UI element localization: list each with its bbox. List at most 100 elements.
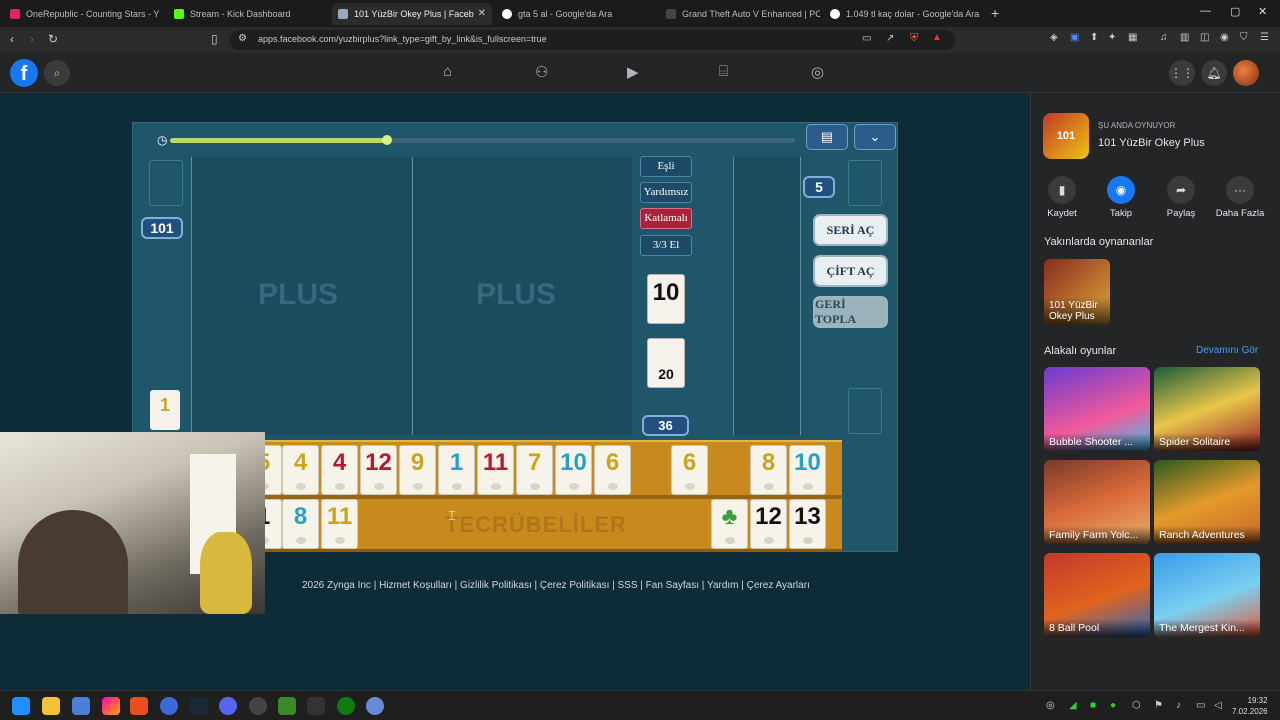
site-info-icon[interactable]: ⚙ <box>238 33 247 44</box>
minimize-icon[interactable]: — <box>1200 5 1211 17</box>
shield-icon[interactable]: ⛉ <box>1240 32 1248 43</box>
new-tab-icon[interactable]: + <box>991 5 999 21</box>
back-icon[interactable]: ‹ <box>10 32 14 46</box>
tab-google-dolar[interactable]: 1.049 tl kaç dolar - Google'da Ara <box>824 3 984 25</box>
game-footer-links[interactable]: 2026 Zynga Inc | Hizmet Koşulları | Gizl… <box>302 580 810 591</box>
tray-icon[interactable]: ⬡ <box>1132 700 1141 711</box>
extension-icon[interactable]: ◈ <box>1050 32 1058 43</box>
screenshot-icon[interactable]: ▦ <box>1128 32 1137 43</box>
menu-icon[interactable]: ☰ <box>1260 32 1269 43</box>
geri-topla-button[interactable]: GERİ TOPLA <box>813 296 888 328</box>
close-window-icon[interactable]: ✕ <box>1258 5 1267 18</box>
restore-icon[interactable]: ▢ <box>1230 5 1240 18</box>
tray-icon[interactable]: ◢ <box>1069 700 1077 711</box>
puzzle-icon[interactable]: ✦ <box>1108 32 1116 43</box>
forward-icon[interactable]: › <box>30 32 34 46</box>
url-field[interactable]: ⚙ apps.facebook.com/yuzbirplus?link_type… <box>230 30 955 50</box>
windows-start-icon[interactable] <box>12 697 30 715</box>
apps-menu-icon[interactable]: ⋮⋮ <box>1169 60 1195 86</box>
game-icon[interactable]: 101 <box>1043 113 1089 159</box>
brave-browser-icon[interactable] <box>130 697 148 715</box>
wallet-icon[interactable]: ◫ <box>1200 32 1209 43</box>
volume-icon[interactable]: ◁ <box>1214 700 1222 711</box>
minecraft-icon[interactable] <box>278 697 296 715</box>
notifications-icon[interactable]: 🔔︎ <box>1201 60 1227 86</box>
facebook-logo-icon[interactable]: f <box>10 59 38 87</box>
vpn-icon[interactable]: ◉ <box>1220 32 1229 43</box>
follow-button[interactable]: ◉ Takip <box>1093 176 1149 219</box>
tray-icon[interactable]: ⚑ <box>1154 700 1163 711</box>
marketplace-icon[interactable]: ⌸ <box>719 63 728 80</box>
bookmark-icon[interactable]: ▯ <box>211 32 218 46</box>
cast-icon[interactable]: ▭ <box>862 33 871 44</box>
app-icon[interactable] <box>249 697 267 715</box>
rack-tile[interactable]: 4 <box>321 445 358 495</box>
save-button[interactable]: ▮ Kaydet <box>1034 176 1090 219</box>
steam-icon[interactable] <box>190 697 208 715</box>
rack-tile[interactable]: 9 <box>399 445 436 495</box>
search-icon[interactable]: ⌕ <box>44 60 70 86</box>
rack-tile[interactable]: 12 <box>750 499 787 549</box>
app-icon[interactable] <box>102 697 120 715</box>
brave-shield-icon[interactable]: ⛨ <box>910 32 918 45</box>
related-game-card[interactable]: 8 Ball Pool <box>1044 553 1150 637</box>
discord-icon[interactable] <box>219 697 237 715</box>
share-icon[interactable]: ↗ <box>886 33 894 44</box>
rack-tile[interactable]: 12 <box>360 445 397 495</box>
see-more-link[interactable]: Devamını Gör <box>1196 345 1258 356</box>
share-button[interactable]: ➦ Paylaş <box>1153 176 1209 219</box>
tab-okey[interactable]: 101 YüzBir Okey Plus | Faceb ✕ <box>332 3 492 25</box>
app-icon[interactable] <box>366 697 384 715</box>
xbox-icon[interactable] <box>337 697 355 715</box>
related-game-card[interactable]: Bubble Shooter ... <box>1044 367 1150 451</box>
tray-icon[interactable]: ● <box>1110 700 1116 711</box>
app-icon[interactable] <box>72 697 90 715</box>
rack-tile[interactable]: 10 <box>555 445 592 495</box>
related-game-card[interactable]: Spider Solitaire <box>1154 367 1260 451</box>
rack-tile[interactable]: 6 <box>594 445 631 495</box>
related-game-card[interactable]: Family Farm Yolc... <box>1044 460 1150 544</box>
friends-icon[interactable]: ⚇ <box>535 63 548 81</box>
discard-tile-left[interactable]: 1 <box>150 390 180 430</box>
home-icon[interactable]: ⌂ <box>443 63 452 80</box>
rewards-icon[interactable]: ▲ <box>932 32 942 43</box>
close-tab-icon[interactable]: ✕ <box>478 8 486 19</box>
tray-icon[interactable]: ◎ <box>1046 700 1055 711</box>
reload-icon[interactable]: ↻ <box>48 32 58 46</box>
rack-tile[interactable]: 1 <box>438 445 475 495</box>
rack-tile[interactable]: 4 <box>282 445 319 495</box>
app-icon[interactable] <box>160 697 178 715</box>
network-icon[interactable]: ▭ <box>1196 700 1205 711</box>
media-icon[interactable]: ♫ <box>1160 32 1168 43</box>
cift-ac-button[interactable]: ÇİFT AÇ <box>813 255 888 287</box>
translate-icon[interactable]: ▣ <box>1070 32 1079 43</box>
microphone-icon[interactable]: ♪ <box>1176 700 1181 711</box>
seri-ac-button[interactable]: SERİ AÇ <box>813 214 888 246</box>
rack-tile[interactable]: 8 <box>282 499 319 549</box>
collapse-button[interactable]: ⌄ <box>854 124 896 150</box>
joker-tile[interactable]: ♣ <box>711 499 748 549</box>
recent-game-card[interactable]: 101 YüzBir Okey Plus <box>1044 259 1110 325</box>
gaming-icon[interactable]: ◎ <box>811 63 824 81</box>
related-game-card[interactable]: The Mergest Kin... <box>1154 553 1260 637</box>
rack-tile[interactable]: 11 <box>321 499 358 549</box>
tab-gta[interactable]: Grand Theft Auto V Enhanced | PC iç <box>660 3 820 25</box>
tab-google-gta[interactable]: gta 5 al - Google'da Ara <box>496 3 656 25</box>
related-game-card[interactable]: Ranch Adventures <box>1154 460 1260 544</box>
epic-games-icon[interactable] <box>307 697 325 715</box>
rack-tile[interactable]: 7 <box>516 445 553 495</box>
more-button[interactable]: ··· Daha Fazla <box>1212 176 1268 219</box>
tray-icon[interactable]: ■ <box>1090 700 1096 711</box>
draw-pile-tile[interactable]: 20 <box>647 338 685 388</box>
avatar[interactable] <box>1233 60 1259 86</box>
rack-tile[interactable]: 11 <box>477 445 514 495</box>
system-clock[interactable]: 19:32 7.02.2026 <box>1232 695 1268 717</box>
extension-icon[interactable]: ⬆ <box>1090 32 1098 43</box>
rack-tile[interactable]: 13 <box>789 499 826 549</box>
rack-tile[interactable]: 6 <box>671 445 708 495</box>
file-explorer-icon[interactable] <box>42 697 60 715</box>
chat-button[interactable]: ▤ <box>806 124 848 150</box>
rack-tile[interactable]: 8 <box>750 445 787 495</box>
tab-kick[interactable]: Stream - Kick Dashboard <box>168 3 328 25</box>
rack-tile[interactable]: 10 <box>789 445 826 495</box>
